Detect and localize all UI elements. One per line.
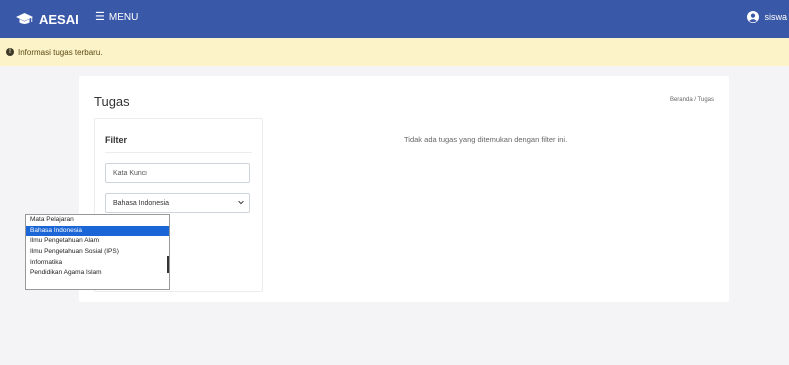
page-title: Tugas xyxy=(94,94,130,109)
brand-name: AESAI xyxy=(39,11,79,27)
breadcrumb[interactable]: Beranda / Tugas xyxy=(670,97,714,103)
user-circle-icon xyxy=(747,11,760,23)
subject-dropdown-list[interactable]: Mata Pelajaran Bahasa Indonesia Ilmu Pen… xyxy=(25,214,170,290)
filter-divider xyxy=(105,152,252,153)
info-alert: ! Informasi tugas terbaru. xyxy=(0,38,789,66)
keyword-search-input[interactable] xyxy=(105,163,250,183)
content-card: Tugas Beranda / Tugas Filter Bahasa Indo… xyxy=(79,76,729,302)
menu-bars-icon: ☰ xyxy=(95,11,105,23)
user-menu[interactable]: siswa xyxy=(747,11,787,23)
top-navbar: AESAI ☰ MENU siswa xyxy=(0,0,789,38)
subject-option-selected[interactable]: Bahasa Indonesia xyxy=(26,225,169,237)
graduation-cap-icon xyxy=(16,13,33,25)
dropdown-scrollbar[interactable] xyxy=(167,256,169,273)
user-name: siswa xyxy=(764,12,787,22)
chevron-down-icon xyxy=(238,200,244,207)
subject-select-value: Bahasa Indonesia xyxy=(113,200,170,207)
subject-option[interactable]: Pendidikan Agama Islam xyxy=(26,268,169,279)
info-circle-icon: ! xyxy=(6,48,14,56)
empty-state-message: Tidak ada tugas yang ditemukan dengan fi… xyxy=(404,135,568,144)
menu-button[interactable]: ☰ MENU xyxy=(95,11,139,24)
subject-option[interactable]: Mata Pelajaran xyxy=(26,215,169,226)
brand-logo[interactable]: AESAI xyxy=(16,11,79,27)
menu-label: MENU xyxy=(108,12,139,23)
subject-option[interactable]: Ilmu Pengetahuan Alam xyxy=(26,236,169,247)
subject-option[interactable]: Ilmu Pengetahuan Sosial (IPS) xyxy=(26,247,169,258)
alert-text: Informasi tugas terbaru. xyxy=(18,47,103,57)
subject-option[interactable]: Informatika xyxy=(26,258,169,269)
filter-title: Filter xyxy=(105,135,128,145)
subject-select[interactable]: Bahasa Indonesia xyxy=(105,193,250,213)
